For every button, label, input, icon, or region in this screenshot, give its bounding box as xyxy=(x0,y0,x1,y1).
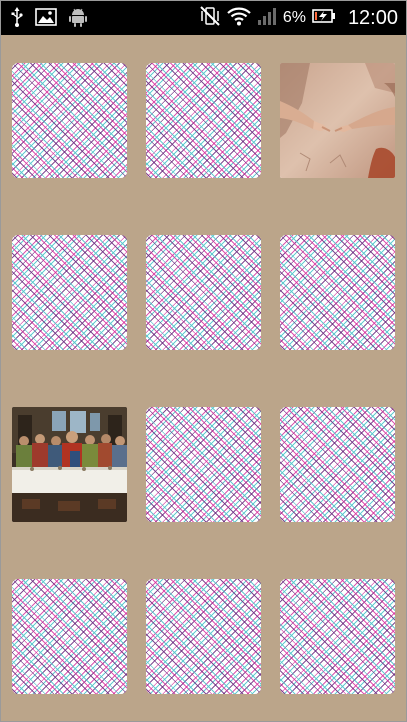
card-last-supper[interactable] xyxy=(12,407,127,522)
system-icons: 6% 12:00 xyxy=(199,6,398,30)
card-face-down[interactable] xyxy=(146,235,261,350)
app-frame: 6% 12:00 xyxy=(0,0,407,722)
card-face-down[interactable] xyxy=(280,579,395,694)
memory-game-board xyxy=(1,35,406,721)
signal-icon xyxy=(257,6,277,30)
clock: 12:00 xyxy=(347,6,398,29)
android-icon xyxy=(69,7,87,31)
card-face-down[interactable] xyxy=(12,63,127,178)
battery-percent: 6% xyxy=(282,9,306,26)
status-bar: 6% 12:00 xyxy=(1,1,406,35)
card-face-down[interactable] xyxy=(146,579,261,694)
vibrate-icon xyxy=(199,5,221,31)
last-supper-image xyxy=(12,407,127,522)
battery-charging-icon xyxy=(312,8,336,28)
card-face-down[interactable] xyxy=(12,235,127,350)
creation-of-adam-image xyxy=(280,63,395,178)
card-face-down[interactable] xyxy=(146,63,261,178)
card-creation-of-adam[interactable] xyxy=(280,63,395,178)
card-face-down[interactable] xyxy=(280,235,395,350)
card-face-down[interactable] xyxy=(12,579,127,694)
usb-icon xyxy=(11,7,23,31)
wifi-icon xyxy=(227,6,251,30)
notification-icons xyxy=(11,7,87,31)
card-face-down[interactable] xyxy=(280,407,395,522)
gallery-icon xyxy=(35,8,57,30)
card-face-down[interactable] xyxy=(146,407,261,522)
